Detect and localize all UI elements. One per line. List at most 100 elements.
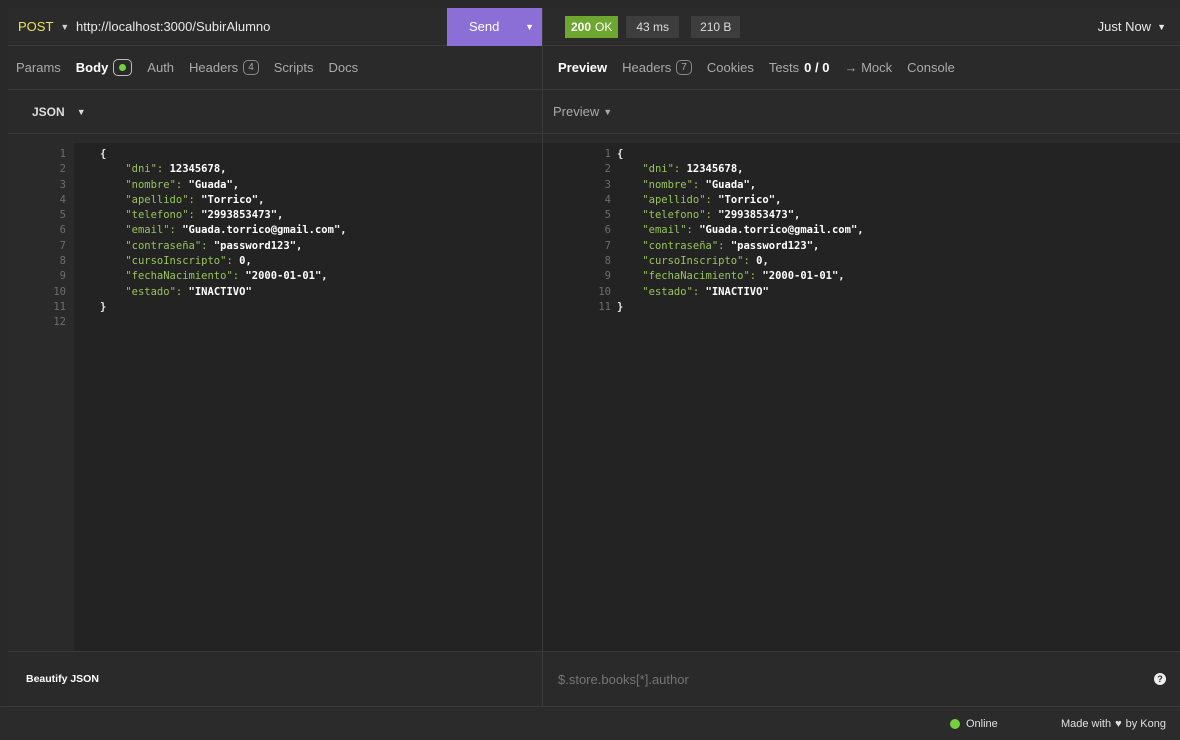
tab-label: Cookies — [706, 60, 754, 75]
json-key: ": — [163, 224, 183, 237]
line-number: 3 — [59, 178, 66, 191]
json-code[interactable]: { "dni": 12345678, "nombre": "Guada", "a… — [74, 143, 347, 651]
preview-mode-bar: Preview ▼ — [543, 90, 1180, 134]
json-key: ": — [169, 285, 189, 298]
help-icon[interactable]: ? — [1154, 673, 1166, 685]
json-key: ": — [182, 193, 202, 206]
line-number: 6 — [59, 224, 66, 237]
tab-auth[interactable]: Auth — [147, 60, 174, 75]
line-number: 2 — [604, 163, 611, 176]
request-body-editor[interactable]: 1 2 3 4 5 6 7 8 9 10 11 12 { "dni": 12345678, "nomb… — [8, 143, 542, 651]
tab-response-headers[interactable]: Headers 7 — [622, 60, 692, 75]
json-close-brace: } — [617, 300, 624, 313]
json-comma: , — [813, 239, 820, 252]
tab-label: Preview — [558, 60, 608, 75]
json-close-brace: } — [100, 300, 107, 313]
heart-icon: ♥ — [1115, 718, 1122, 730]
tab-mock[interactable]: → Mock — [844, 60, 892, 75]
chevron-down-icon[interactable]: ▼ — [525, 22, 534, 32]
send-button[interactable]: Send ▼ — [447, 7, 542, 46]
line-number: 5 — [59, 209, 66, 222]
json-comma: , — [258, 193, 265, 206]
json-value: 2993853473 — [207, 209, 271, 222]
json-line: "cursoInscripto": 0, — [617, 254, 864, 269]
response-size-badge: 210 B — [691, 15, 741, 38]
json-key: ": — [220, 255, 240, 268]
json-key: ": — [226, 270, 246, 283]
json-open-brace: { — [617, 148, 624, 160]
json-value: Guada — [711, 178, 744, 191]
tab-label: Body — [75, 60, 109, 75]
json-key-name: contraseña — [131, 239, 195, 252]
line-number: 11 — [598, 300, 611, 313]
method-dropdown[interactable]: POST ▼ — [8, 19, 76, 34]
method-label: POST — [18, 19, 54, 34]
json-value: Torrico — [724, 193, 769, 206]
json-value: Guada.torrico@gmail.com — [188, 224, 334, 237]
body-type-dropdown[interactable]: JSON ▼ — [32, 105, 86, 119]
json-key-name: fechaNacimiento — [648, 270, 744, 283]
json-key: ": — [686, 285, 706, 298]
line-number: 4 — [604, 193, 611, 206]
json-key: ": — [699, 193, 719, 206]
line-number: 11 — [53, 300, 66, 313]
online-label: Online — [966, 718, 998, 730]
response-status-bar: 200 OK 43 ms 210 B Just Now ▼ — [543, 8, 1180, 46]
history-dropdown[interactable]: Just Now ▼ — [1098, 19, 1166, 34]
json-value: Guada — [194, 178, 227, 191]
body-type-label: JSON — [32, 104, 65, 119]
tab-label: → Mock — [844, 60, 893, 75]
json-key-name: nombre — [131, 178, 170, 191]
tab-params[interactable]: Params — [16, 60, 61, 75]
headers-count-badge: 4 — [243, 60, 259, 75]
json-line: "contraseña": "password123", — [100, 239, 347, 254]
url-input[interactable]: http://localhost:3000/SubirAlumno — [76, 19, 447, 34]
chevron-down-icon: ▼ — [1157, 21, 1166, 32]
preview-mode-dropdown[interactable]: Preview ▼ — [553, 104, 612, 119]
response-tabs: Preview Headers 7 Cookies Tests 0 / 0 → … — [543, 46, 1180, 90]
beautify-json-button[interactable]: Beautify JSON — [26, 673, 99, 685]
status-badge: 200 OK — [565, 15, 619, 38]
line-number: 1 — [59, 148, 66, 160]
json-key: ": — [737, 255, 757, 268]
json-comma: , — [775, 193, 782, 206]
response-preview: 1 2 3 4 5 6 7 8 9 10 11 { "dni": 12345678, "nombre… — [543, 143, 1180, 651]
line-number: 8 — [59, 255, 66, 268]
json-key-name: telefono — [131, 209, 183, 222]
json-line: "email": "Guada.torrico@gmail.com", — [617, 223, 863, 238]
tab-docs[interactable]: Docs — [328, 60, 358, 75]
line-number: 6 — [604, 224, 611, 237]
json-comma: , — [296, 239, 303, 252]
json-line: "cursoInscripto": 0, — [100, 254, 347, 269]
tab-headers[interactable]: Headers 4 — [189, 60, 259, 75]
request-pane: POST ▼ http://localhost:3000/SubirAlumno… — [8, 7, 543, 706]
tab-scripts[interactable]: Scripts — [274, 60, 314, 75]
json-line: "email": "Guada.torrico@gmail.com", — [100, 223, 346, 238]
line-number: 9 — [59, 270, 66, 283]
line-number: 2 — [59, 163, 66, 176]
tab-body[interactable]: Body — [76, 59, 133, 76]
tab-cookies[interactable]: Cookies — [707, 60, 754, 75]
json-line: "dni": 12345678, — [100, 162, 347, 177]
status-text: OK — [595, 19, 613, 34]
json-key-name: fechaNacimiento — [131, 270, 227, 283]
line-number: 5 — [604, 209, 611, 222]
json-comma: , — [737, 163, 744, 176]
body-type-bar: JSON ▼ — [8, 90, 542, 134]
json-key: ": — [169, 178, 189, 191]
json-key-name: dni — [131, 163, 151, 176]
json-key: ": — [150, 163, 170, 176]
tab-preview[interactable]: Preview — [558, 60, 607, 75]
tab-label: Docs — [328, 60, 359, 75]
made-with-credit: Made with ♥ by Kong — [1061, 707, 1166, 740]
response-filter-bar: ? — [543, 651, 1180, 706]
tab-tests[interactable]: Tests 0 / 0 — [769, 60, 830, 75]
json-line: "contraseña": "password123", — [617, 239, 864, 254]
send-label: Send — [469, 19, 500, 34]
made-with-suffix: by Kong — [1125, 718, 1166, 730]
json-value: Torrico — [207, 193, 252, 206]
jsonpath-filter-input[interactable] — [558, 671, 958, 687]
json-line: "fechaNacimiento": "2000-01-01", — [617, 269, 864, 284]
tab-console[interactable]: Console — [907, 60, 955, 75]
json-key-name: apellido — [131, 193, 183, 206]
